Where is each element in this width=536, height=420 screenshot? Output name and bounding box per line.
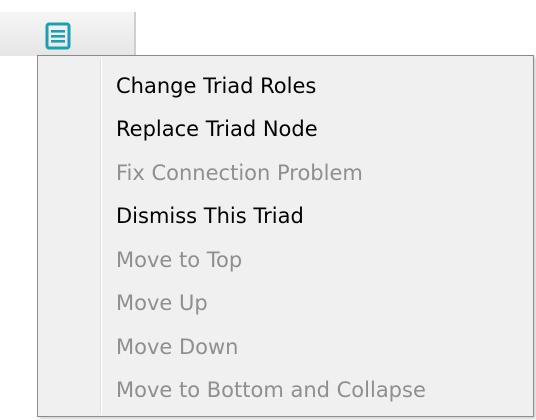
menu-item-label: Fix Connection Problem	[116, 160, 363, 185]
menu-list: Change Triad Roles Replace Triad Node Fi…	[38, 64, 533, 412]
menu-item-change-triad-roles[interactable]: Change Triad Roles	[38, 64, 533, 108]
menu-lines-icon	[44, 22, 72, 50]
menu-item-label: Change Triad Roles	[116, 73, 317, 98]
menu-item-label: Move to Top	[116, 247, 243, 272]
menu-item-label: Move to Bottom and Collapse	[116, 378, 426, 403]
menu-trigger-button[interactable]	[0, 12, 136, 56]
menu-item-dismiss-this-triad[interactable]: Dismiss This Triad	[38, 195, 533, 239]
toolbar	[0, 0, 536, 56]
menu-item-move-up[interactable]: Move Up	[38, 282, 533, 326]
menu-item-move-to-bottom-and-collapse[interactable]: Move to Bottom and Collapse	[38, 369, 533, 413]
menu-item-label: Replace Triad Node	[116, 117, 318, 142]
screen: Change Triad Roles Replace Triad Node Fi…	[0, 0, 536, 420]
menu-item-move-down[interactable]: Move Down	[38, 325, 533, 369]
menu-item-replace-triad-node[interactable]: Replace Triad Node	[38, 108, 533, 152]
menu-item-label: Move Up	[116, 291, 208, 316]
menu-item-label: Dismiss This Triad	[116, 204, 304, 229]
context-menu: Change Triad Roles Replace Triad Node Fi…	[37, 55, 534, 417]
menu-item-label: Move Down	[116, 334, 239, 359]
menu-item-move-to-top[interactable]: Move to Top	[38, 238, 533, 282]
menu-item-fix-connection-problem[interactable]: Fix Connection Problem	[38, 151, 533, 195]
